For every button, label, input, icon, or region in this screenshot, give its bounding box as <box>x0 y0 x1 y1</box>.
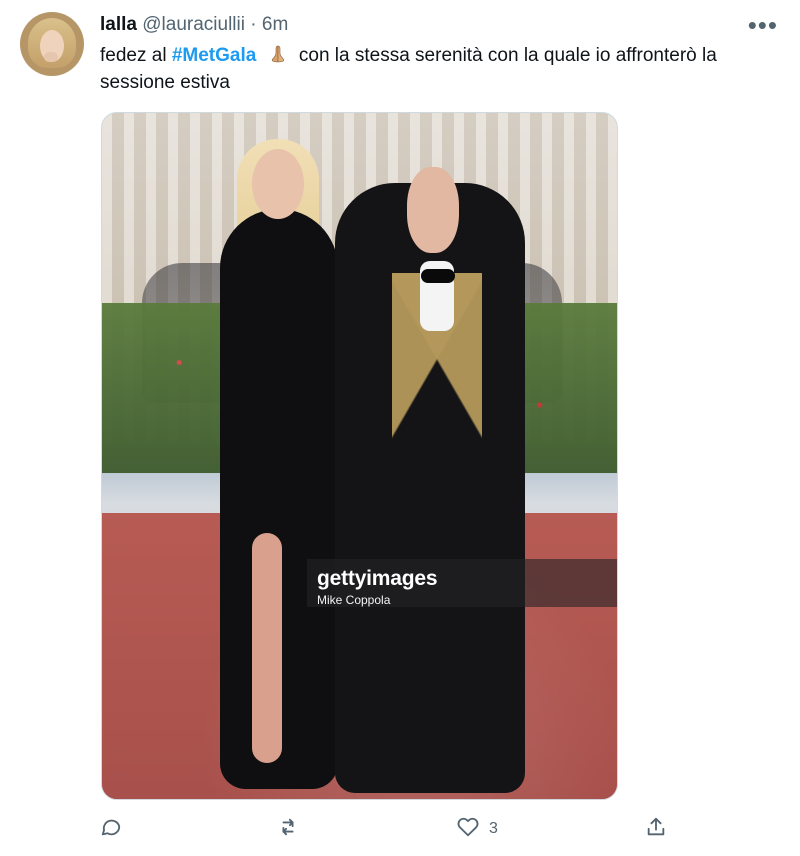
tweet-text-part-1: fedez al <box>100 45 172 66</box>
retweet-button[interactable] <box>277 812 309 846</box>
tweet-text: fedez al #MetGala con la stessa serenità… <box>100 42 770 96</box>
tweet-actions: 3 <box>100 812 680 846</box>
reply-button[interactable] <box>100 812 132 846</box>
avatar-hand <box>44 52 58 62</box>
separator-dot: · <box>250 14 257 35</box>
more-options-icon[interactable]: ••• <box>748 10 778 41</box>
author-avatar[interactable] <box>20 12 84 76</box>
like-count: 3 <box>489 820 498 837</box>
tweet-photo[interactable]: gettyimages Mike Coppola <box>101 112 618 800</box>
retweet-icon <box>277 816 299 843</box>
heart-icon <box>457 816 479 843</box>
woman-face <box>252 149 304 219</box>
tweet-header: lalla @lauraciullii · 6m <box>100 13 288 37</box>
author-name[interactable]: lalla <box>100 14 137 35</box>
praying-hands-emoji <box>268 44 288 64</box>
man-face <box>407 167 459 253</box>
tweet-time[interactable]: 6m <box>262 14 288 35</box>
hashtag-link[interactable]: #MetGala <box>172 45 256 66</box>
bow-tie <box>421 269 455 283</box>
getty-watermark: gettyimages Mike Coppola <box>307 559 617 607</box>
author-handle[interactable]: @lauraciullii <box>142 14 245 35</box>
watermark-brand: gettyimages <box>317 567 438 590</box>
share-icon <box>645 816 667 843</box>
watermark-credit: Mike Coppola <box>317 593 391 607</box>
share-button[interactable] <box>645 812 677 846</box>
woman-leg <box>252 533 282 763</box>
like-button[interactable]: 3 <box>457 812 498 846</box>
reply-icon <box>100 816 122 843</box>
